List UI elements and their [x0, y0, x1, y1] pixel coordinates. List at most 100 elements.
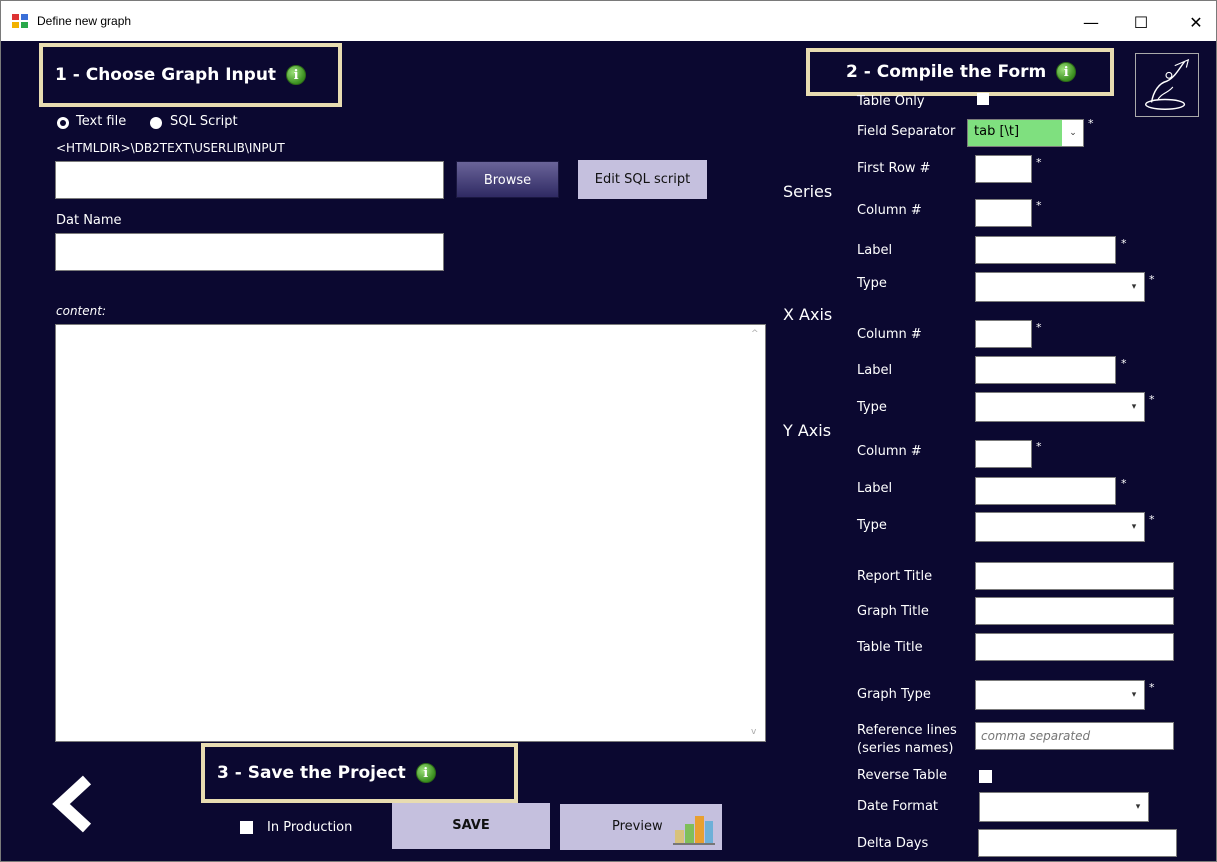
field-separator-label: Field Separator: [857, 124, 956, 139]
in-production-checkbox[interactable]: [240, 821, 253, 834]
content-label: content:: [56, 304, 106, 318]
chevron-down-icon[interactable]: ▾: [1132, 799, 1144, 815]
required-mark: *: [1036, 321, 1042, 334]
series-column-label: Column #: [857, 203, 922, 218]
main-content: 1 - Choose Graph Input i Text file SQL S…: [1, 41, 1216, 862]
preview-button[interactable]: Preview: [560, 804, 722, 850]
x-label-label: Label: [857, 363, 893, 378]
info-icon[interactable]: i: [286, 65, 307, 85]
graph-type-label: Graph Type: [857, 687, 931, 702]
content-scrollbar[interactable]: ^ v: [748, 325, 765, 741]
browse-button[interactable]: Browse: [456, 161, 559, 198]
reverse-table-label: Reverse Table: [857, 768, 948, 783]
dat-name-input[interactable]: [55, 233, 444, 271]
series-heading: Series: [783, 182, 833, 201]
scroll-up-icon[interactable]: ^: [751, 329, 759, 339]
y-label-input[interactable]: [975, 477, 1116, 505]
save-button[interactable]: SAVE: [392, 803, 550, 849]
scroll-down-icon[interactable]: v: [751, 727, 756, 737]
y-column-label: Column #: [857, 444, 922, 459]
close-button[interactable]: ✕: [1173, 9, 1217, 37]
y-axis-heading: Y Axis: [783, 421, 832, 440]
chevron-down-icon[interactable]: ▾: [1128, 279, 1140, 295]
maximize-button[interactable]: ☐: [1118, 9, 1164, 37]
graph-title-input[interactable]: [975, 597, 1174, 625]
series-label-label: Label: [857, 243, 893, 258]
chevron-down-icon[interactable]: ▾: [1128, 687, 1140, 703]
series-type-select[interactable]: ▾: [975, 272, 1145, 302]
info-icon[interactable]: i: [1056, 62, 1077, 82]
step1-heading: 1 - Choose Graph Input: [55, 65, 277, 85]
required-mark: *: [1088, 117, 1094, 130]
step2-panel: 2 - Compile the Form i: [806, 48, 1114, 96]
in-production-label[interactable]: In Production: [267, 820, 352, 835]
table-title-input[interactable]: [975, 633, 1174, 661]
y-type-select[interactable]: ▾: [975, 512, 1145, 542]
step2-heading: 2 - Compile the Form: [846, 62, 1047, 82]
table-only-label: Table Only: [857, 94, 925, 109]
text-file-label[interactable]: Text file: [76, 114, 126, 129]
x-label-input[interactable]: [975, 356, 1116, 384]
date-format-select[interactable]: ▾: [979, 792, 1149, 822]
chevron-left-icon[interactable]: [49, 774, 101, 834]
first-row-label: First Row #: [857, 161, 931, 176]
title-bar: Define new graph — ☐ ✕: [1, 1, 1216, 41]
chevron-down-icon[interactable]: ▾: [1128, 519, 1140, 535]
text-file-radio[interactable]: [57, 117, 69, 129]
x-axis-heading: X Axis: [783, 305, 833, 324]
y-column-input[interactable]: [975, 440, 1032, 468]
content-textarea[interactable]: ^ v: [55, 324, 766, 742]
required-mark: *: [1036, 440, 1042, 453]
required-mark: *: [1149, 393, 1155, 406]
edit-sql-button[interactable]: Edit SQL script: [578, 160, 707, 199]
y-type-label: Type: [857, 518, 887, 533]
bar-chart-icon: [673, 816, 715, 845]
series-label-input[interactable]: [975, 236, 1116, 264]
required-mark: *: [1121, 237, 1127, 250]
required-mark: *: [1149, 681, 1155, 694]
series-column-input[interactable]: [975, 199, 1032, 227]
graph-title-label: Graph Title: [857, 604, 929, 619]
report-title-input[interactable]: [975, 562, 1174, 590]
field-separator-select[interactable]: tab [\t] ⌄: [967, 119, 1084, 147]
x-type-label: Type: [857, 400, 887, 415]
info-icon[interactable]: i: [415, 763, 436, 783]
dat-name-label: Dat Name: [56, 213, 122, 228]
input-path-text: <HTMLDIR>\DB2TEXT\USERLIB\INPUT: [56, 141, 285, 155]
required-mark: *: [1036, 199, 1042, 212]
first-row-input[interactable]: [975, 155, 1032, 183]
required-mark: *: [1121, 477, 1127, 490]
chevron-down-icon[interactable]: ⌄: [1067, 125, 1079, 141]
preview-label: Preview: [612, 819, 663, 834]
window-title: Define new graph: [37, 14, 132, 28]
logo-icon: [1135, 53, 1199, 117]
required-mark: *: [1036, 156, 1042, 169]
required-mark: *: [1149, 513, 1155, 526]
graph-type-select[interactable]: ▾: [975, 680, 1145, 710]
table-only-checkbox[interactable]: [977, 93, 989, 105]
report-title-label: Report Title: [857, 569, 933, 584]
sql-script-label[interactable]: SQL Script: [170, 114, 238, 129]
required-mark: *: [1121, 357, 1127, 370]
chevron-down-icon[interactable]: ▾: [1128, 399, 1140, 415]
sql-script-radio[interactable]: [150, 117, 162, 129]
minimize-button[interactable]: —: [1068, 9, 1114, 37]
reference-lines-input[interactable]: [975, 722, 1174, 750]
series-type-label: Type: [857, 276, 887, 291]
date-format-label: Date Format: [857, 799, 939, 814]
reference-lines-label: Reference lines: [857, 723, 957, 738]
step3-heading: 3 - Save the Project: [217, 763, 406, 783]
table-title-label: Table Title: [857, 640, 923, 655]
y-label-label: Label: [857, 481, 893, 496]
reverse-table-checkbox[interactable]: [979, 770, 992, 783]
x-column-label: Column #: [857, 327, 922, 342]
x-column-input[interactable]: [975, 320, 1032, 348]
step1-panel: 1 - Choose Graph Input i: [39, 43, 342, 107]
delta-days-label: Delta Days: [857, 836, 929, 851]
x-type-select[interactable]: ▾: [975, 392, 1145, 422]
required-mark: *: [1149, 273, 1155, 286]
app-icon: [12, 14, 28, 28]
app-window: Define new graph — ☐ ✕ 1 - Choose Graph …: [0, 0, 1217, 862]
delta-days-input[interactable]: [978, 829, 1177, 857]
file-input[interactable]: [55, 161, 444, 199]
